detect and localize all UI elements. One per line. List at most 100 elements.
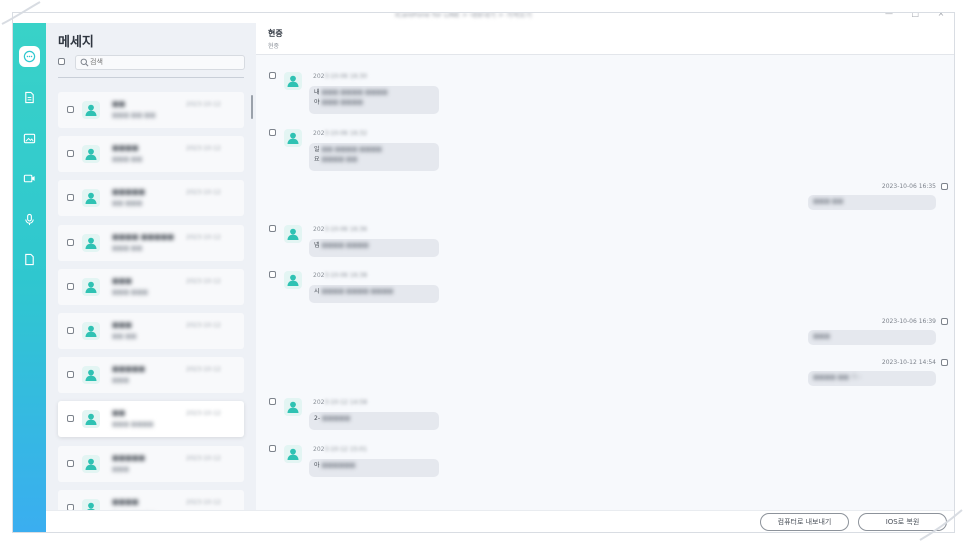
message-timestamp: 2023-10-06 16:38	[313, 272, 367, 279]
message-text-rest: ■■■■■■	[321, 462, 356, 469]
message-text-rest: ■■■■ ■■■■	[321, 242, 369, 249]
message-checkbox[interactable]	[269, 271, 276, 278]
person-icon	[287, 274, 299, 286]
list-scrollbar[interactable]	[251, 95, 253, 119]
message-timestamp: 2023-10-06 16:32	[313, 130, 367, 137]
timestamp-prefix: 202	[313, 446, 325, 453]
message-timestamp: 2023-10-06 16:35	[881, 183, 936, 190]
chat-title: 현중	[268, 29, 283, 38]
sender-avatar	[284, 129, 302, 147]
message-text-start: 일	[314, 146, 320, 153]
conversation-date: 2023-10-12	[186, 278, 221, 285]
list-title: 메세지	[58, 35, 94, 50]
message-timestamp: 2023-10-12 14:54	[881, 359, 936, 366]
conversation-preview: ■■■ ■■ ■■	[112, 112, 156, 119]
conversation-item[interactable]: ■■■■ ■■■■■ ■■■ ■■ 2023-10-12	[58, 225, 244, 261]
message-bubble: 아 ■■■■■■	[309, 459, 439, 477]
person-icon	[287, 448, 299, 460]
conversation-checkbox[interactable]	[67, 194, 74, 201]
person-icon	[85, 148, 97, 160]
message-checkbox[interactable]	[941, 359, 948, 366]
export-to-computer-button[interactable]: 컴퓨터로 내보내기	[760, 513, 849, 531]
select-all-checkbox[interactable]	[58, 58, 65, 65]
conversation-item[interactable]: ■■■■■ ■■■ 2023-10-12	[58, 446, 244, 482]
avatar	[82, 234, 100, 252]
outgoing-message: 2023-10-06 16:35 ■■■ ■■	[808, 183, 948, 213]
nav-messages[interactable]	[19, 46, 40, 67]
message-checkbox[interactable]	[269, 445, 276, 452]
conversation-checkbox[interactable]	[67, 327, 74, 334]
timestamp-prefix: 202	[313, 399, 325, 406]
person-icon	[287, 132, 299, 144]
nav-files[interactable]	[19, 249, 40, 270]
conversation-preview: ■■■	[112, 377, 130, 384]
conversation-preview: ■■ ■■	[112, 333, 137, 340]
nav-videos[interactable]	[19, 168, 40, 189]
conversation-date: 2023-10-12	[186, 234, 221, 241]
list-divider	[58, 77, 244, 78]
message-line: 넵 ■■■■ ■■■■	[314, 241, 434, 251]
nav-documents[interactable]	[19, 87, 40, 108]
conversation-name: ■■■	[112, 321, 132, 329]
conversation-date: 2023-10-12	[186, 101, 221, 108]
message-text-start: 시	[314, 288, 320, 295]
conversation-checkbox[interactable]	[67, 106, 74, 113]
avatar	[82, 101, 100, 119]
message-text-start: 넵	[314, 242, 320, 249]
conversation-preview: ■■■ ■■	[112, 156, 143, 163]
search-input[interactable]	[90, 56, 235, 67]
avatar	[82, 322, 100, 340]
video-icon	[23, 174, 35, 183]
conversation-checkbox[interactable]	[67, 283, 74, 290]
message-bubble: 시 ■■■■ ■■■■ ■■■■	[309, 285, 439, 303]
restore-to-ios-button[interactable]: IOS로 복원	[858, 513, 947, 531]
conversation-checkbox[interactable]	[67, 415, 74, 422]
message-line: 야 ■■■ ■■■■	[314, 98, 434, 108]
window-controls[interactable]: — □ ×	[885, 13, 952, 18]
conversation-item[interactable]: ■■■■ ■■■ ■■ 2023-10-12	[58, 136, 244, 172]
message-checkbox[interactable]	[269, 398, 276, 405]
title-bar: iCareFone for LINE > 내보내기 > 가져오기 — □ ×	[13, 13, 954, 23]
person-icon	[85, 104, 97, 116]
conversation-preview: ■■■ ■■	[112, 245, 143, 252]
conversation-item[interactable]: ■■■■■ ■■■ 2023-10-12	[58, 357, 244, 393]
message-line: 시 ■■■■ ■■■■ ■■■■	[314, 287, 434, 297]
conversation-item[interactable]: ■■■ ■■ ■■ 2023-10-12	[58, 313, 244, 349]
conversation-preview: ■■■ ■■■	[112, 289, 148, 296]
message-text-rest: ■■■ ■■	[813, 198, 844, 205]
message-text-rest: ■■ ■■■■ ■■■■	[321, 146, 382, 153]
conversation-item[interactable]: ■■ ■■■ ■■ ■■ 2023-10-12	[58, 92, 244, 128]
timestamp-prefix: 202	[313, 73, 325, 80]
sender-avatar	[284, 72, 302, 90]
conversation-item[interactable]: ■■■■■ ■■ ■■■ 2023-10-12	[58, 180, 244, 216]
outgoing-message: 2023-10-12 14:54 ■■■■ ■■ 가~	[808, 359, 948, 389]
search-box[interactable]	[75, 55, 245, 70]
person-icon	[85, 237, 97, 249]
message-checkbox[interactable]	[941, 318, 948, 325]
conversation-checkbox[interactable]	[67, 150, 74, 157]
sender-avatar	[284, 271, 302, 289]
conversation-name: ■■■■■	[112, 188, 146, 196]
message-checkbox[interactable]	[941, 183, 948, 190]
conversation-checkbox[interactable]	[67, 239, 74, 246]
avatar	[82, 366, 100, 384]
nav-photos[interactable]	[19, 128, 40, 149]
conversation-date: 2023-10-12	[186, 499, 221, 506]
nav-voice[interactable]	[19, 209, 40, 230]
message-checkbox[interactable]	[269, 129, 276, 136]
person-icon	[85, 413, 97, 425]
conversation-name: ■■	[112, 409, 126, 417]
conversation-date: 2023-10-12	[186, 455, 221, 462]
conversation-item[interactable]: ■■■ ■■■ ■■■ 2023-10-12	[58, 269, 244, 305]
conversation-name: ■■	[112, 100, 126, 108]
person-icon	[85, 281, 97, 293]
message-checkbox[interactable]	[269, 72, 276, 79]
message-text-rest: ■■■■ ■■ 가~	[813, 374, 862, 381]
conversation-checkbox[interactable]	[67, 460, 74, 467]
chat-subtitle: 현중	[268, 43, 280, 50]
message-text-rest: ■■■■ ■■	[321, 156, 358, 163]
message-timestamp: 2023-10-06 16:36	[313, 226, 367, 233]
conversation-item[interactable]: ■■ ■■■ ■■■■ 2023-10-12	[58, 401, 244, 437]
conversation-checkbox[interactable]	[67, 371, 74, 378]
message-checkbox[interactable]	[269, 225, 276, 232]
